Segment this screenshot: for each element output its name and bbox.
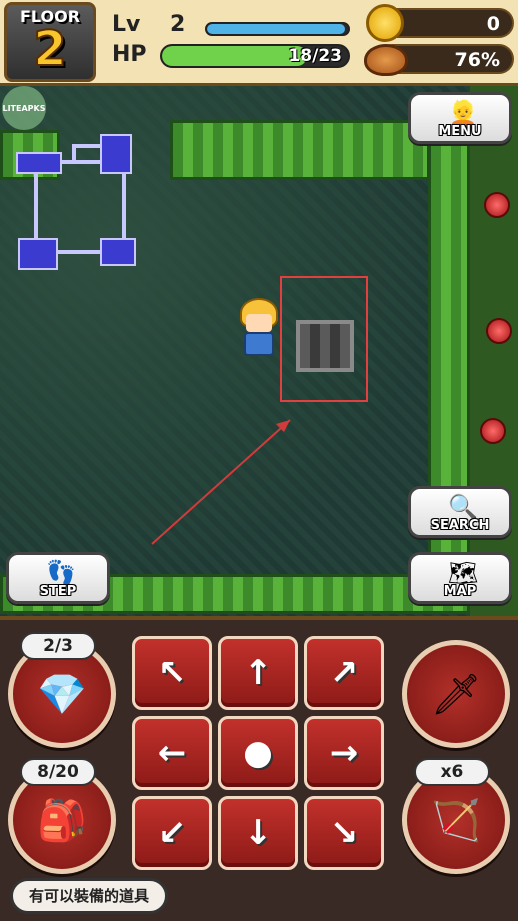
equip-hint-bubble: 有可以裝備的道具 [10,878,169,914]
search-button[interactable]: 🔍 SEARCH [408,486,512,538]
move-left-button[interactable]: ← [132,716,212,790]
arrow-down-right-icon: ↘ [329,813,359,853]
menu-button[interactable]: 👱 MENU [408,92,512,144]
arrow-down-left-icon: ↙ [157,813,187,853]
bag-count-badge: 8/20 [20,758,96,786]
move-down-left-button[interactable]: ↙ [132,796,212,870]
wait-button[interactable]: ● [218,716,298,790]
move-down-right-button[interactable]: ↘ [304,796,384,870]
dot-icon: ● [243,733,273,773]
step-button-label: STEP [39,584,77,599]
backpack-icon: 🎒 [37,797,87,844]
sword-icon: 🗡 [430,671,482,718]
menu-button-label: MENU [438,124,482,139]
map-button[interactable]: 🗺 MAP [408,552,512,604]
bow-arrow-icon: 🏹 [431,797,481,844]
move-up-left-button[interactable]: ↖ [132,636,212,710]
move-down-button[interactable]: ↓ [218,796,298,870]
move-up-button[interactable]: ↑ [218,636,298,710]
arrow-right-icon: → [329,733,359,773]
arrow-up-right-icon: ↗ [329,653,359,693]
crystal-icon: 💎 [37,671,87,718]
move-up-right-button[interactable]: ↗ [304,636,384,710]
attack-button[interactable]: 🗡 [402,640,510,748]
search-button-label: SEARCH [430,518,490,533]
move-right-button[interactable]: → [304,716,384,790]
map-button-label: MAP [443,584,477,599]
arrow-up-icon: ↑ [243,653,273,693]
crystal-count-badge: 2/3 [20,632,96,660]
arrow-left-icon: ← [157,733,187,773]
step-button[interactable]: 👣 STEP [6,552,110,604]
arrow-down-icon: ↓ [243,813,273,853]
arrow-up-left-icon: ↖ [157,653,187,693]
arrow-count-badge: x6 [414,758,490,786]
